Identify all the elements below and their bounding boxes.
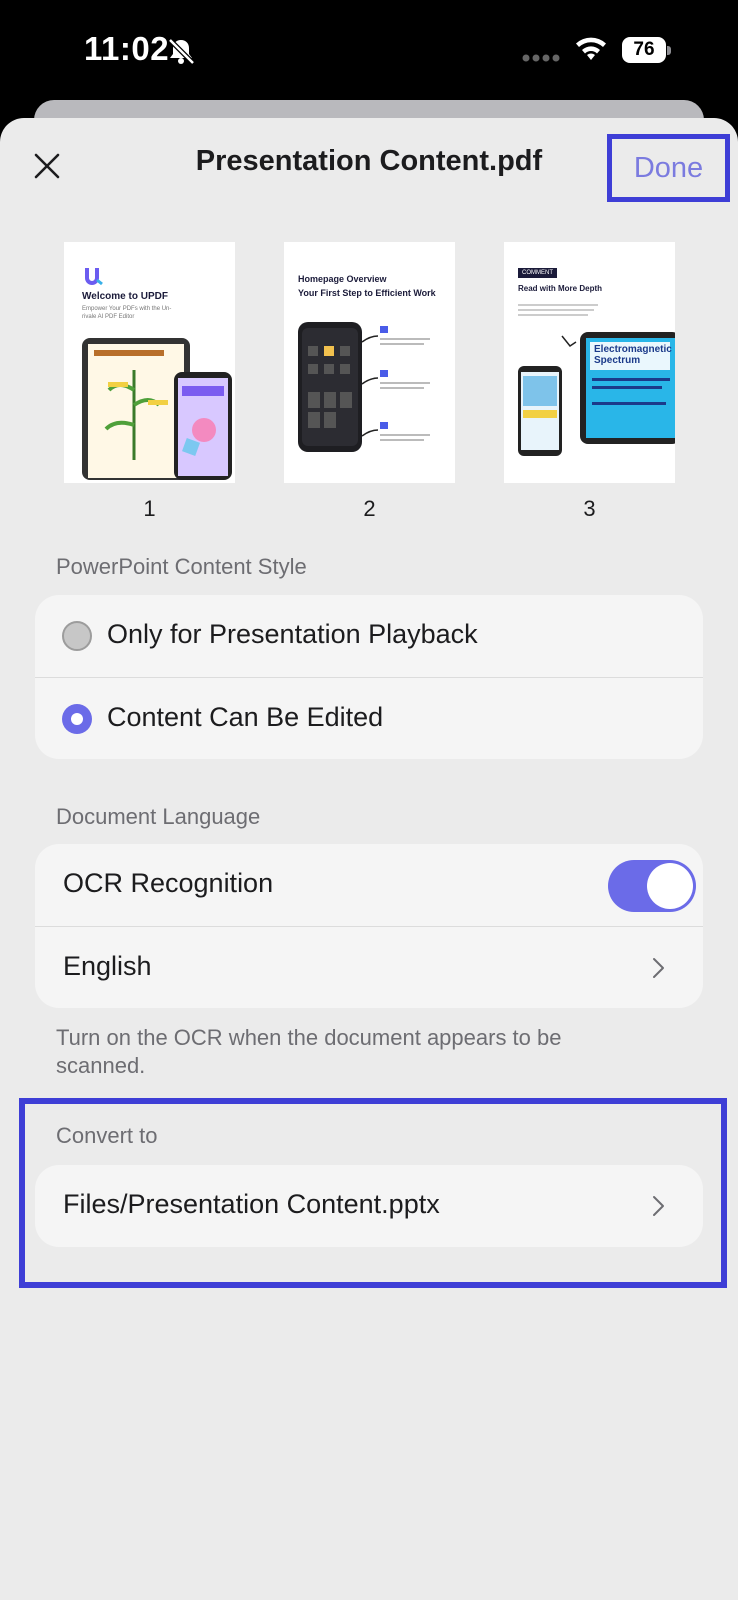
- page-thumbnail-3[interactable]: COMMENT Read with More Depth Electromagn…: [504, 242, 675, 483]
- thumb-number-2: 2: [363, 496, 376, 521]
- thumb-number-3: 3: [583, 496, 596, 521]
- page-thumbnail-2[interactable]: Homepage Overview Your First Step to Eff…: [284, 242, 455, 483]
- status-time: 11:02: [84, 30, 170, 67]
- content-style-group: Only for Presentation Playback Content C…: [35, 595, 703, 759]
- tablet-illustration: [82, 338, 232, 480]
- thumb-heading: Homepage Overview Your First Step to Eff…: [298, 274, 436, 298]
- convert-label: Convert to: [56, 1123, 158, 1148]
- option-editable[interactable]: Content Can Be Edited: [35, 678, 703, 759]
- thumb-heading: Read with More Depth: [518, 284, 603, 293]
- option-playback[interactable]: Only for Presentation Playback: [35, 595, 703, 677]
- convert-path: Files/Presentation Content.pptx: [63, 1189, 440, 1219]
- option-playback-label: Only for Presentation Playback: [107, 619, 478, 649]
- comment-illustration: [518, 304, 675, 456]
- wifi-icon: [576, 37, 606, 60]
- document-language-group: OCR Recognition English: [35, 844, 703, 1008]
- radio-unchecked-icon[interactable]: [62, 621, 92, 651]
- done-button[interactable]: Done: [607, 134, 730, 202]
- thumb-badge: COMMENT: [518, 268, 557, 278]
- chevron-right-icon: [653, 1196, 664, 1216]
- chevron-right-icon: [653, 958, 664, 978]
- ocr-row: OCR Recognition: [35, 844, 703, 926]
- ocr-label: OCR Recognition: [63, 868, 274, 898]
- updf-logo-icon: [85, 268, 103, 286]
- content-style-label: PowerPoint Content Style: [56, 554, 307, 579]
- language-value: English: [63, 951, 152, 981]
- thumb-heading: Welcome to UPDF: [82, 291, 168, 302]
- thumb-subtext: Empower Your PDFs with the Un- rivale AI…: [82, 306, 172, 320]
- ocr-toggle[interactable]: [608, 860, 696, 912]
- battery-icon: 76: [622, 37, 672, 63]
- document-language-label: Document Language: [56, 804, 261, 829]
- convert-group: Files/Presentation Content.pptx: [35, 1165, 703, 1247]
- page-thumbnail-1[interactable]: Welcome to UPDF Empower Your PDFs with t…: [64, 242, 235, 483]
- ocr-help-text: Turn on the OCR when the document appear…: [56, 1025, 562, 1078]
- battery-level: 76: [622, 37, 666, 63]
- signal-dots-icon: [522, 54, 560, 62]
- language-row[interactable]: English: [35, 927, 703, 1008]
- bell-slash-icon: [168, 38, 195, 65]
- page-title: Presentation Content.pdf: [195, 145, 543, 177]
- option-editable-label: Content Can Be Edited: [107, 702, 384, 732]
- phone-illustration: [298, 322, 430, 452]
- thumb-number-1: 1: [143, 496, 156, 521]
- status-bar: 11:02 76: [0, 0, 738, 100]
- radio-checked-icon[interactable]: [62, 704, 92, 734]
- convert-path-row[interactable]: Files/Presentation Content.pptx: [35, 1165, 703, 1247]
- thumb-subtext: Electromagnetic Spectrum: [594, 344, 672, 366]
- close-icon[interactable]: [30, 149, 64, 183]
